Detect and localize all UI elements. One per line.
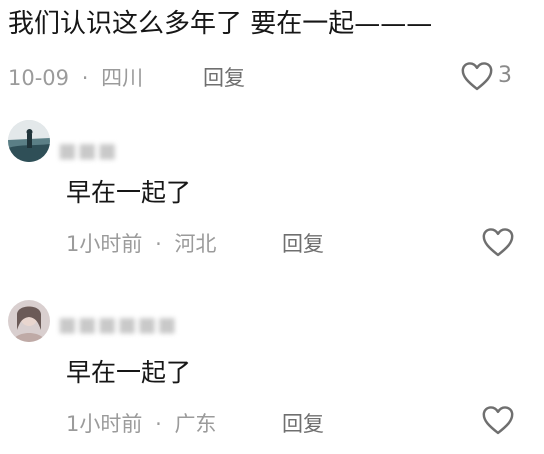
meta-separator: · [81, 66, 89, 90]
reply-button[interactable]: 回复 [203, 64, 245, 92]
comment-meta: 10-09 · 四川 [8, 64, 143, 92]
like-count: 3 [498, 63, 512, 88]
heart-icon [461, 62, 493, 91]
heart-icon [482, 406, 514, 435]
avatar[interactable] [8, 120, 50, 162]
reply-button[interactable]: 回复 [282, 410, 324, 438]
like-button[interactable]: 3 [460, 61, 512, 91]
avatar-image [8, 120, 50, 162]
reply-time: 1小时前 [66, 412, 143, 436]
heart-icon [482, 228, 514, 257]
reply-location: 河北 [174, 232, 217, 256]
reply-text: 早在一起了 [66, 358, 192, 387]
comment-location: 四川 [101, 66, 144, 90]
avatar[interactable] [8, 300, 50, 342]
reply-location: 广东 [174, 412, 217, 436]
reply-username[interactable]: ■■■ [58, 138, 122, 162]
like-button[interactable] [481, 405, 515, 439]
reply-username[interactable]: ■■■■■■ [58, 312, 208, 336]
reply-meta: 1小时前 · 河北 [66, 230, 216, 258]
reply-meta: 1小时前 · 广东 [66, 410, 216, 438]
reply-button[interactable]: 回复 [282, 230, 324, 258]
meta-separator: · [155, 232, 162, 256]
avatar-image [8, 300, 50, 342]
meta-separator: · [155, 412, 162, 436]
comment-date: 10-09 [8, 66, 70, 90]
reply-time: 1小时前 [66, 232, 143, 256]
like-button[interactable] [481, 227, 515, 261]
comment-text: 我们认识这么多年了 要在一起——— [8, 9, 433, 39]
reply-text: 早在一起了 [66, 178, 192, 207]
